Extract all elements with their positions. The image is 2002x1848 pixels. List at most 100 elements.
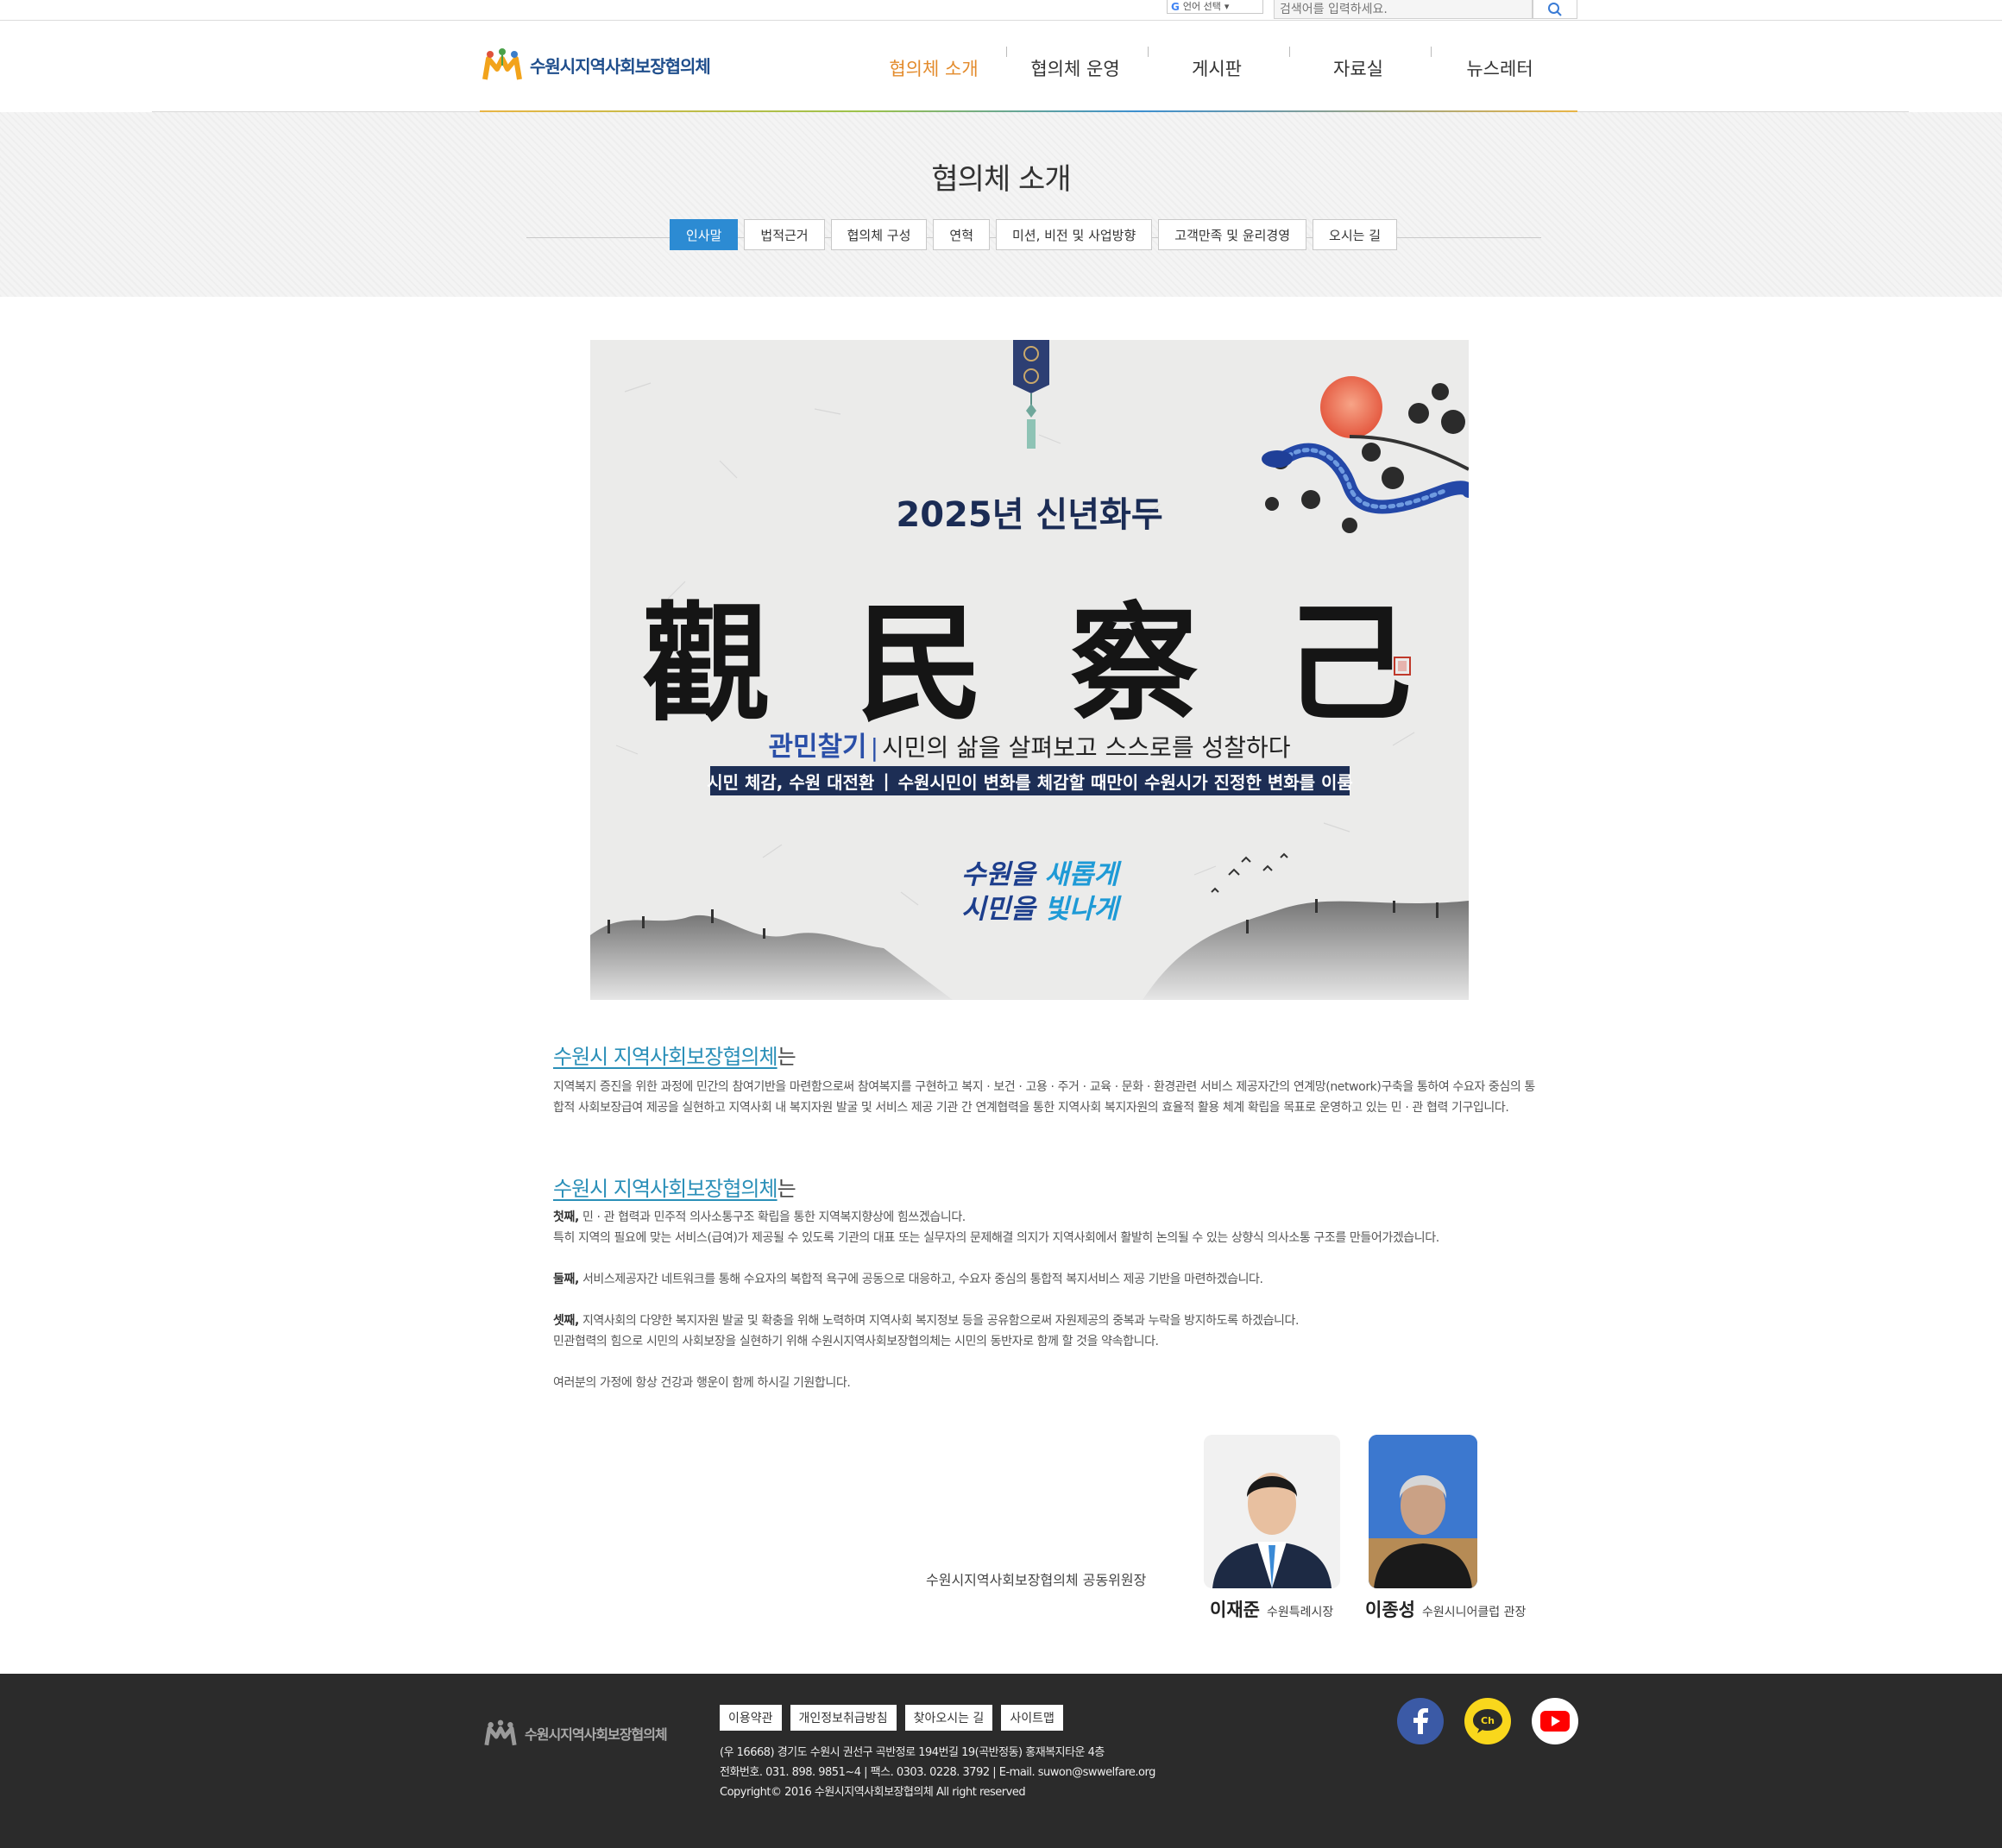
footer-logo: 수원시지역사회보장협의체 xyxy=(483,1719,668,1748)
portrait-photo-2 xyxy=(1369,1435,1477,1588)
language-select-label: 언어 선택 xyxy=(1182,0,1221,12)
footer-logo-text: 수원시지역사회보장협의체 xyxy=(525,1726,668,1743)
tab-directions[interactable]: 오시는 길 xyxy=(1313,219,1397,250)
youtube-icon xyxy=(1540,1711,1570,1732)
commitment-label: 첫째, xyxy=(553,1210,579,1224)
banner-subtitle: 관민찰기 | 시민의 삶을 살펴보고 스스로를 성찰하다 xyxy=(590,725,1469,764)
search-button[interactable] xyxy=(1533,0,1577,19)
nav-divider xyxy=(1431,47,1432,57)
closing-text: 여러분의 가정에 항상 건강과 행운이 함께 하시길 기원합니다. xyxy=(553,1376,851,1390)
heading-suffix: 는 xyxy=(777,1045,796,1069)
slogan-text: 시민을 xyxy=(961,894,1045,925)
commitment-heading: 수원시 지역사회보장협의체는 xyxy=(553,1172,1537,1202)
kakao-channel-icon: Ch xyxy=(1473,1709,1502,1733)
kakao-channel-link[interactable]: Ch xyxy=(1464,1698,1511,1744)
co-chair-2: 이종성 수원시니어클럽 관장 xyxy=(1365,1596,1526,1622)
footer-contact: 전화번호. 031. 898. 9851~4 | 팩스. 0303. 0228.… xyxy=(720,1766,1155,1779)
nav-divider xyxy=(1289,47,1290,57)
footer-link-privacy[interactable]: 개인정보취급방침 xyxy=(790,1705,897,1731)
logo-text: 수원시지역사회보장협의체 xyxy=(530,55,711,77)
top-utility-bar: G 언어 선택 ▾ xyxy=(0,0,2002,21)
sub-tabs: 인사말 법적근거 협의체 구성 연혁 미션, 비전 및 사업방향 고객만족 및 … xyxy=(670,219,1397,250)
banner-strip-divider: | xyxy=(883,770,890,791)
banner-calligraphy: 觀 民 察 己 xyxy=(642,560,1419,745)
tab-composition[interactable]: 협의체 구성 xyxy=(830,219,928,250)
banner-year-title: 2025년 신년화두 xyxy=(896,495,1163,535)
commitment-text: 민 · 관 협력과 민주적 의사소통구조 확립을 통한 지역복지향상에 힘쓰겠습… xyxy=(578,1210,966,1224)
commitment-section: 수원시 지역사회보장협의체는 첫째, 민 · 관 협력과 민주적 의사소통구조 … xyxy=(553,1172,1537,1393)
commitment-third: 셋째, 지역사회의 다양한 복지자원 발굴 및 확충을 위해 노력하며 지역사회… xyxy=(553,1311,1537,1331)
site-header: 수원시지역사회보장협의체 협의체 소개 협의체 운영 게시판 자료실 뉴스레터 xyxy=(0,21,2002,113)
tab-greeting[interactable]: 인사말 xyxy=(670,219,739,250)
portrait-2-image xyxy=(1369,1435,1477,1588)
banner-meaning: 시민의 삶을 살펴보고 스스로를 성찰하다 xyxy=(882,733,1291,762)
commitment-first-detail: 특히 지역의 필요에 맞는 서비스(급여)가 제공될 수 있도록 기관의 대표 … xyxy=(553,1231,1439,1245)
search-icon xyxy=(1548,2,1562,16)
hanja-char: 察 xyxy=(1070,588,1205,739)
nav-item-about[interactable]: 협의체 소개 xyxy=(863,55,1004,81)
footer-link-directions[interactable]: 찾아오시는 길 xyxy=(904,1705,993,1731)
nav-item-newsletter[interactable]: 뉴스레터 xyxy=(1429,55,1571,81)
main-navigation: 협의체 소개 협의체 운영 게시판 자료실 뉴스레터 xyxy=(863,55,1571,81)
tab-mission-vision[interactable]: 미션, 비전 및 사업방향 xyxy=(996,219,1153,250)
hanja-char: 己 xyxy=(1284,588,1419,739)
google-icon: G xyxy=(1171,0,1180,13)
banner-strip-right: 수원시민이 변화를 체감할 때만이 수원시가 진정한 변화를 이룸 xyxy=(897,771,1353,793)
commitment-second: 둘째, 서비스제공자간 네트워크를 통해 수요자의 복합적 욕구에 공동으로 대… xyxy=(553,1269,1537,1290)
intro-heading: 수원시 지역사회보장협의체는 xyxy=(553,1040,1537,1070)
heading-suffix: 는 xyxy=(777,1177,796,1201)
svg-text:Ch: Ch xyxy=(1481,1715,1495,1726)
co-chair-label: 수원시지역사회보장협의체 공동위원장 xyxy=(926,1572,1147,1588)
commitment-label: 셋째, xyxy=(553,1314,579,1328)
footer-link-sitemap[interactable]: 사이트맵 xyxy=(1001,1705,1063,1731)
footer-address: (우 16668) 경기도 수원시 권선구 곡반정로 194번길 19(곡반정동… xyxy=(720,1746,1105,1759)
footer-logo-mark-icon xyxy=(484,1719,517,1746)
banner-strip: 시민 체감, 수원 대전환 | 수원시민이 변화를 체감할 때만이 수원시가 진… xyxy=(707,766,1353,795)
commitment-first: 첫째, 민 · 관 협력과 민주적 의사소통구조 확립을 통한 지역복지향상에 … xyxy=(553,1207,1537,1228)
nav-divider xyxy=(1006,47,1007,57)
site-logo[interactable]: 수원시지역사회보장협의체 xyxy=(482,47,711,83)
facebook-link[interactable] xyxy=(1397,1698,1444,1744)
facebook-icon xyxy=(1413,1708,1428,1734)
commitment-third-detail: 민관협력의 힘으로 시민의 사회보장을 실현하기 위해 수원시지역사회보장협의체… xyxy=(553,1335,1159,1348)
intro-section: 수원시 지역사회보장협의체는 지역복지 증진을 위한 과정에 민간의 참여기반을… xyxy=(553,1040,1537,1118)
nav-item-board[interactable]: 게시판 xyxy=(1146,55,1287,81)
banner-slogan: 수원을 새롭게 시민을 빛나게 xyxy=(961,858,1118,927)
hanja-char: 觀 xyxy=(642,588,777,739)
banner-strip-left: 시민 체감, 수원 대전환 xyxy=(707,771,875,793)
footer-info: (우 16668) 경기도 수원시 권선구 곡반정로 194번길 19(곡반정동… xyxy=(720,1743,1155,1802)
tab-history[interactable]: 연혁 xyxy=(933,219,990,250)
sub-visual: 협의체 소개 인사말 법적근거 협의체 구성 연혁 미션, 비전 및 사업방향 … xyxy=(0,112,2002,297)
logo-mark-icon xyxy=(482,48,522,80)
portrait-photo-1 xyxy=(1204,1435,1340,1588)
org-name: 수원시 지역사회보장협의체 xyxy=(553,1177,778,1201)
co-chair-2-name: 이종성 xyxy=(1365,1599,1415,1620)
banner-keyword: 관민찰기 xyxy=(768,732,867,763)
intro-paragraph: 지역복지 증진을 위한 과정에 민간의 참여기반을 마련함으로써 참여복지를 구… xyxy=(553,1080,1535,1115)
chevron-down-icon: ▾ xyxy=(1224,0,1230,12)
commitment-text: 서비스제공자간 네트워크를 통해 수요자의 복합적 욕구에 공동으로 대응하고,… xyxy=(578,1273,1263,1286)
co-chair-2-role: 수원시니어클럽 관장 xyxy=(1421,1606,1527,1619)
commitment-text: 지역사회의 다양한 복지자원 발굴 및 확충을 위해 노력하며 지역사회 복지정… xyxy=(578,1314,1300,1328)
search-input[interactable] xyxy=(1274,0,1533,19)
new-year-banner: 2025년 신년화두 觀 民 察 己 관민찰기 | 시민의 삶을 살펴보고 스스로를… xyxy=(590,340,1469,1000)
co-chair-1-role: 수원특례시장 xyxy=(1266,1606,1334,1619)
youtube-link[interactable] xyxy=(1532,1698,1578,1744)
tab-legal-basis[interactable]: 법적근거 xyxy=(744,219,825,250)
nav-item-archive[interactable]: 자료실 xyxy=(1287,55,1429,81)
co-chair-1-name: 이재준 xyxy=(1210,1599,1260,1620)
slogan-highlight: 빛나게 xyxy=(1044,894,1118,925)
footer-copyright: Copyright© 2016 수원시지역사회보장협의체 All right r… xyxy=(720,1786,1026,1799)
language-select[interactable]: G 언어 선택 ▾ xyxy=(1167,0,1263,14)
nav-item-operation[interactable]: 협의체 운영 xyxy=(1004,55,1146,81)
page-title: 협의체 소개 xyxy=(931,162,1071,197)
tab-customer-ethics[interactable]: 고객만족 및 윤리경영 xyxy=(1158,219,1307,250)
slogan-highlight: 새롭게 xyxy=(1044,859,1118,890)
org-name: 수원시 지역사회보장협의체 xyxy=(553,1045,778,1069)
co-chair-1: 이재준 수원특례시장 xyxy=(1210,1596,1333,1622)
banner-divider: | xyxy=(870,733,878,762)
portrait-1-image xyxy=(1204,1435,1340,1588)
hanja-char: 民 xyxy=(856,588,991,739)
footer-link-terms[interactable]: 이용약관 xyxy=(720,1705,782,1731)
nav-divider xyxy=(1148,47,1149,57)
